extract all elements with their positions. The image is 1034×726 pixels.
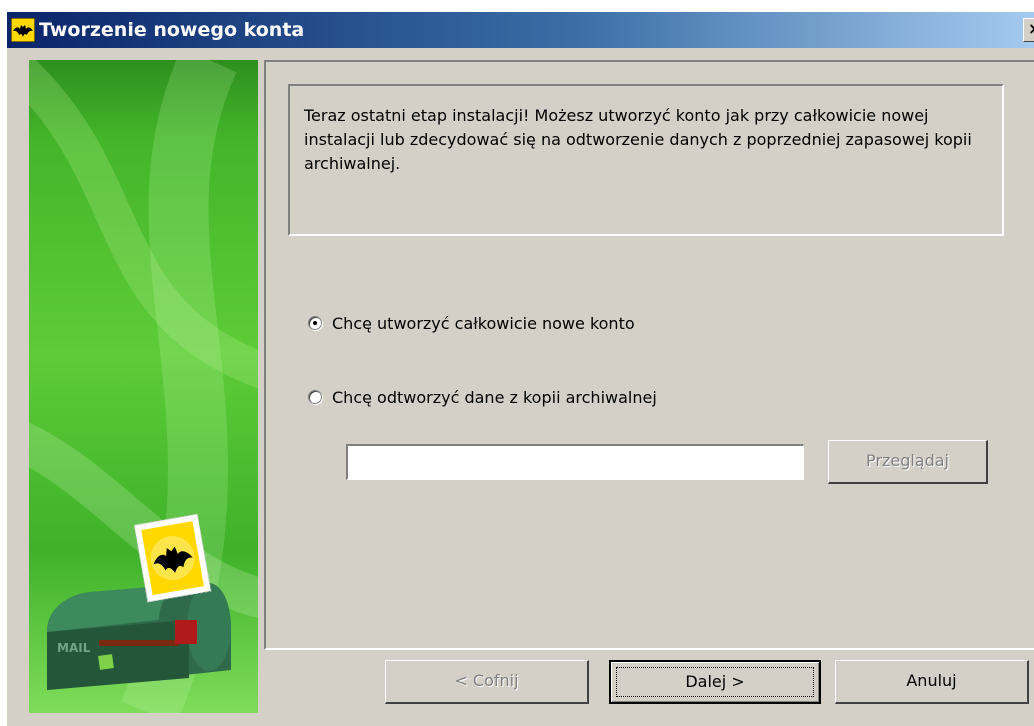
info-box: Teraz ostatni etap instalacji! Możesz ut…: [288, 84, 1004, 236]
backup-path-input[interactable]: [346, 444, 804, 480]
bat-stamp-icon: [133, 513, 212, 603]
content-panel: Teraz ostatni etap instalacji! Możesz ut…: [264, 60, 1034, 650]
mailbox-icon: MAIL: [47, 583, 231, 690]
close-button[interactable]: ×: [1023, 18, 1034, 42]
radio-new-account-indicator[interactable]: [308, 316, 322, 330]
radio-new-account[interactable]: Chcę utworzyć całkowicie nowe konto: [308, 312, 635, 334]
cancel-button[interactable]: Anuluj: [835, 660, 1029, 704]
radio-new-account-label: Chcę utworzyć całkowicie nowe konto: [332, 313, 635, 333]
mailbox-illustration: MAIL: [29, 60, 258, 713]
dialog-window: Tworzenie nowego konta × MAIL: [6, 12, 1034, 726]
svg-text:MAIL: MAIL: [57, 641, 91, 655]
next-button[interactable]: Dalej >: [609, 660, 821, 704]
browse-button[interactable]: Przeglądaj: [828, 440, 988, 484]
window-title: Tworzenie nowego konta: [39, 19, 305, 41]
side-illustration: MAIL: [29, 60, 258, 713]
radio-restore-backup-indicator[interactable]: [308, 390, 322, 404]
focus-rectangle: [616, 667, 814, 697]
title-bar[interactable]: Tworzenie nowego konta ×: [7, 12, 1034, 48]
radio-restore-backup-label: Chcę odtworzyć dane z kopii archiwalnej: [332, 387, 657, 407]
back-button[interactable]: < Cofnij: [385, 660, 589, 704]
info-text: Teraz ostatni etap instalacji! Możesz ut…: [304, 106, 972, 173]
radio-restore-backup[interactable]: Chcę odtworzyć dane z kopii archiwalnej: [308, 386, 657, 408]
bat-app-icon: [11, 18, 35, 42]
